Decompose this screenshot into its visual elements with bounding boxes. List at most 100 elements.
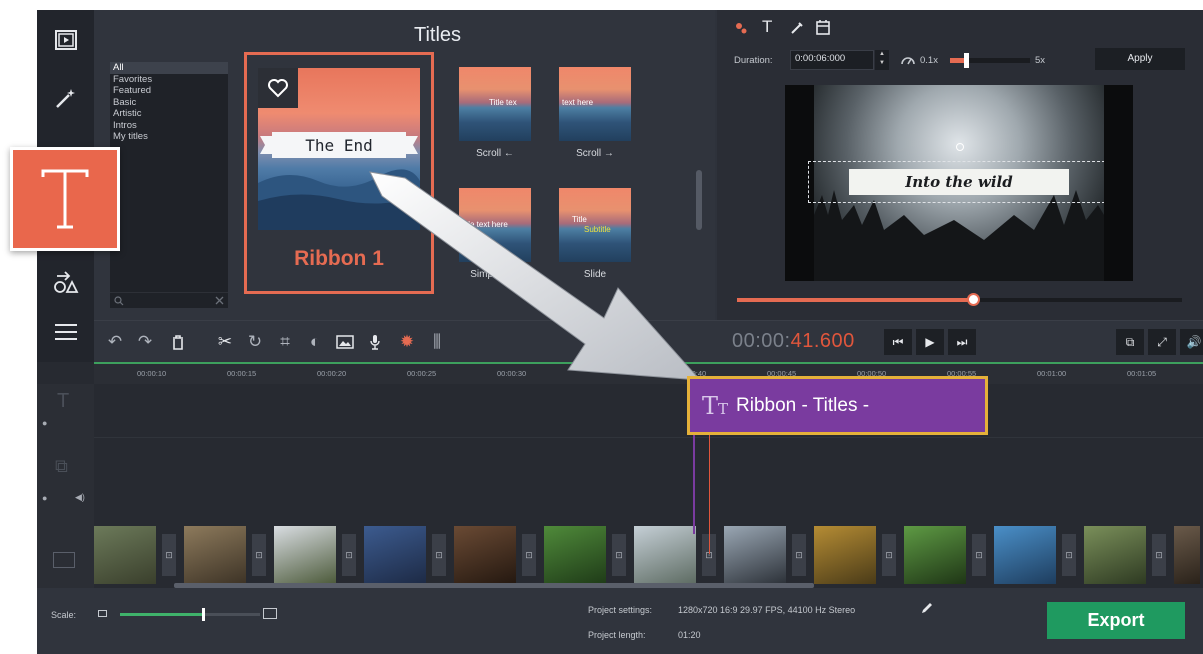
transition-slot-icon[interactable]: ⊡ (522, 534, 536, 576)
text-tab-icon[interactable]: T (762, 17, 772, 37)
image-icon[interactable] (334, 331, 356, 353)
transition-slot-icon[interactable]: ⊡ (792, 534, 806, 576)
video-clip[interactable] (1174, 526, 1200, 584)
category-artistic[interactable]: Artistic (110, 108, 228, 120)
transition-slot-icon[interactable]: ⊡ (1062, 534, 1076, 576)
zoom-in-icon[interactable] (263, 608, 277, 619)
visibility-eye-icon[interactable]: ● (42, 418, 47, 428)
title-thumb-simple-text[interactable]: title text here (459, 188, 531, 262)
category-my-titles[interactable]: My titles (110, 131, 228, 143)
text-tool-icon[interactable] (10, 147, 120, 251)
video-clip[interactable] (94, 526, 156, 584)
video-clip[interactable] (814, 526, 876, 584)
thumb-label: Scroll → (576, 148, 614, 159)
video-editor-window: Titles All Favorites Featured Basic Arti… (37, 10, 1203, 654)
title-track[interactable] (94, 384, 1203, 438)
animation-tab-icon[interactable] (816, 20, 830, 35)
ruler-tick: 00:00:10 (137, 369, 167, 378)
clip-settings-gear-icon[interactable]: ✹ (396, 331, 418, 353)
transition-slot-icon[interactable]: ⊡ (162, 534, 176, 576)
color-adjust-icon[interactable]: ◐ (304, 331, 326, 353)
edit-pencil-icon[interactable] (921, 602, 933, 614)
library-scrollbar[interactable] (696, 170, 702, 230)
apply-button[interactable]: Apply (1095, 48, 1185, 70)
editing-toolbar: ↶ ↷ ✂ ↻ ⌗ ◐ ✹ ⫼ 00:00:41.600 ⏮ ▶ ⏭ ⧉ ⤢ 🔊 (94, 320, 1203, 362)
speed-slider[interactable] (950, 53, 1030, 68)
preview-progress-bar[interactable] (737, 293, 1182, 306)
title-thumb-scroll-right[interactable]: text here (559, 67, 631, 141)
progress-handle[interactable] (966, 293, 980, 306)
next-frame-button[interactable]: ⏭ (948, 329, 976, 355)
video-clip[interactable] (724, 526, 786, 584)
transition-slot-icon[interactable]: ⊡ (342, 534, 356, 576)
video-clip[interactable] (1084, 526, 1146, 584)
transition-slot-icon[interactable]: ⊡ (432, 534, 446, 576)
duration-stepper[interactable]: ▲ ▼ (875, 50, 889, 70)
transition-slot-icon[interactable]: ⊡ (972, 534, 986, 576)
scale-slider[interactable] (120, 608, 260, 621)
title-thumb-slide[interactable]: Title Subtitle (559, 188, 631, 262)
video-clip[interactable] (994, 526, 1056, 584)
category-favorites[interactable]: Favorites (110, 74, 228, 86)
more-menu-icon[interactable] (37, 308, 94, 356)
mute-icon[interactable]: ◀) (75, 492, 85, 503)
thumb-label: Simple text (470, 269, 520, 280)
transition-slot-icon[interactable]: ⊡ (882, 534, 896, 576)
ruler-tick: 00:00:15 (227, 369, 257, 378)
duration-label: Duration: (734, 55, 773, 66)
undo-icon[interactable]: ↶ (104, 331, 126, 353)
duration-field[interactable]: 0:00:06:000 (790, 50, 874, 70)
play-button[interactable]: ▶ (916, 329, 944, 355)
transitions-icon[interactable] (37, 258, 94, 306)
rotate-handle[interactable] (956, 143, 964, 151)
category-intros[interactable]: Intros (110, 120, 228, 132)
visibility-eye-icon[interactable]: ● (42, 493, 47, 503)
magic-wand-icon[interactable] (37, 74, 94, 122)
transition-slot-icon[interactable]: ⊡ (1152, 534, 1166, 576)
redo-icon[interactable]: ↷ (134, 331, 156, 353)
clear-icon[interactable] (215, 296, 224, 305)
selected-title-card[interactable]: The End Ribbon 1 (244, 52, 434, 294)
media-import-icon[interactable] (37, 16, 94, 64)
thumb-label: Scroll ← (476, 148, 514, 159)
video-clip[interactable] (634, 526, 696, 584)
zoom-out-icon[interactable] (98, 610, 107, 617)
transition-slot-icon[interactable]: ⊡ (612, 534, 626, 576)
project-length-label: Project length: (588, 630, 646, 640)
video-clip[interactable] (454, 526, 516, 584)
speed-slider-handle[interactable] (964, 53, 969, 68)
delete-icon[interactable] (167, 331, 189, 353)
volume-icon[interactable]: 🔊 (1180, 329, 1203, 355)
category-featured[interactable]: Featured (110, 85, 228, 97)
scale-label: Scale: (51, 610, 77, 620)
video-preview: Into the wild (808, 85, 1110, 281)
video-clip[interactable] (544, 526, 606, 584)
cut-icon[interactable]: ✂ (214, 331, 236, 353)
title-clip[interactable]: TT Ribbon - Titles - (687, 376, 988, 435)
crop-icon[interactable]: ⌗ (274, 331, 296, 353)
export-button[interactable]: Export (1047, 602, 1185, 639)
video-title-text[interactable]: Into the wild (849, 169, 1069, 195)
video-clip[interactable] (904, 526, 966, 584)
transition-slot-icon[interactable]: ⊡ (252, 534, 266, 576)
rotate-icon[interactable]: ↻ (244, 331, 266, 353)
timeline-ruler[interactable]: 00:00:10 00:00:15 00:00:20 00:00:25 00:0… (94, 362, 1203, 384)
settings-tab-icon[interactable] (735, 22, 747, 34)
color-picker-icon[interactable] (790, 21, 804, 35)
category-search-input[interactable] (110, 292, 228, 308)
category-all[interactable]: All (110, 62, 228, 74)
video-clip[interactable] (184, 526, 246, 584)
previous-frame-button[interactable]: ⏮ (884, 329, 912, 355)
timeline-panel: 00:00:10 00:00:15 00:00:20 00:00:25 00:0… (37, 362, 1203, 588)
video-track-icon (53, 552, 75, 568)
equalizer-icon[interactable]: ⫼ (426, 331, 448, 353)
detach-preview-icon[interactable]: ⧉ (1116, 329, 1144, 355)
microphone-icon[interactable] (364, 331, 386, 353)
fullscreen-icon[interactable]: ⤢ (1148, 329, 1176, 355)
video-clip[interactable] (274, 526, 336, 584)
favorite-heart-icon[interactable] (258, 68, 298, 108)
video-clip[interactable] (364, 526, 426, 584)
title-thumb-scroll-left[interactable]: Title tex (459, 67, 531, 141)
category-basic[interactable]: Basic (110, 97, 228, 109)
scale-slider-handle[interactable] (202, 608, 205, 621)
